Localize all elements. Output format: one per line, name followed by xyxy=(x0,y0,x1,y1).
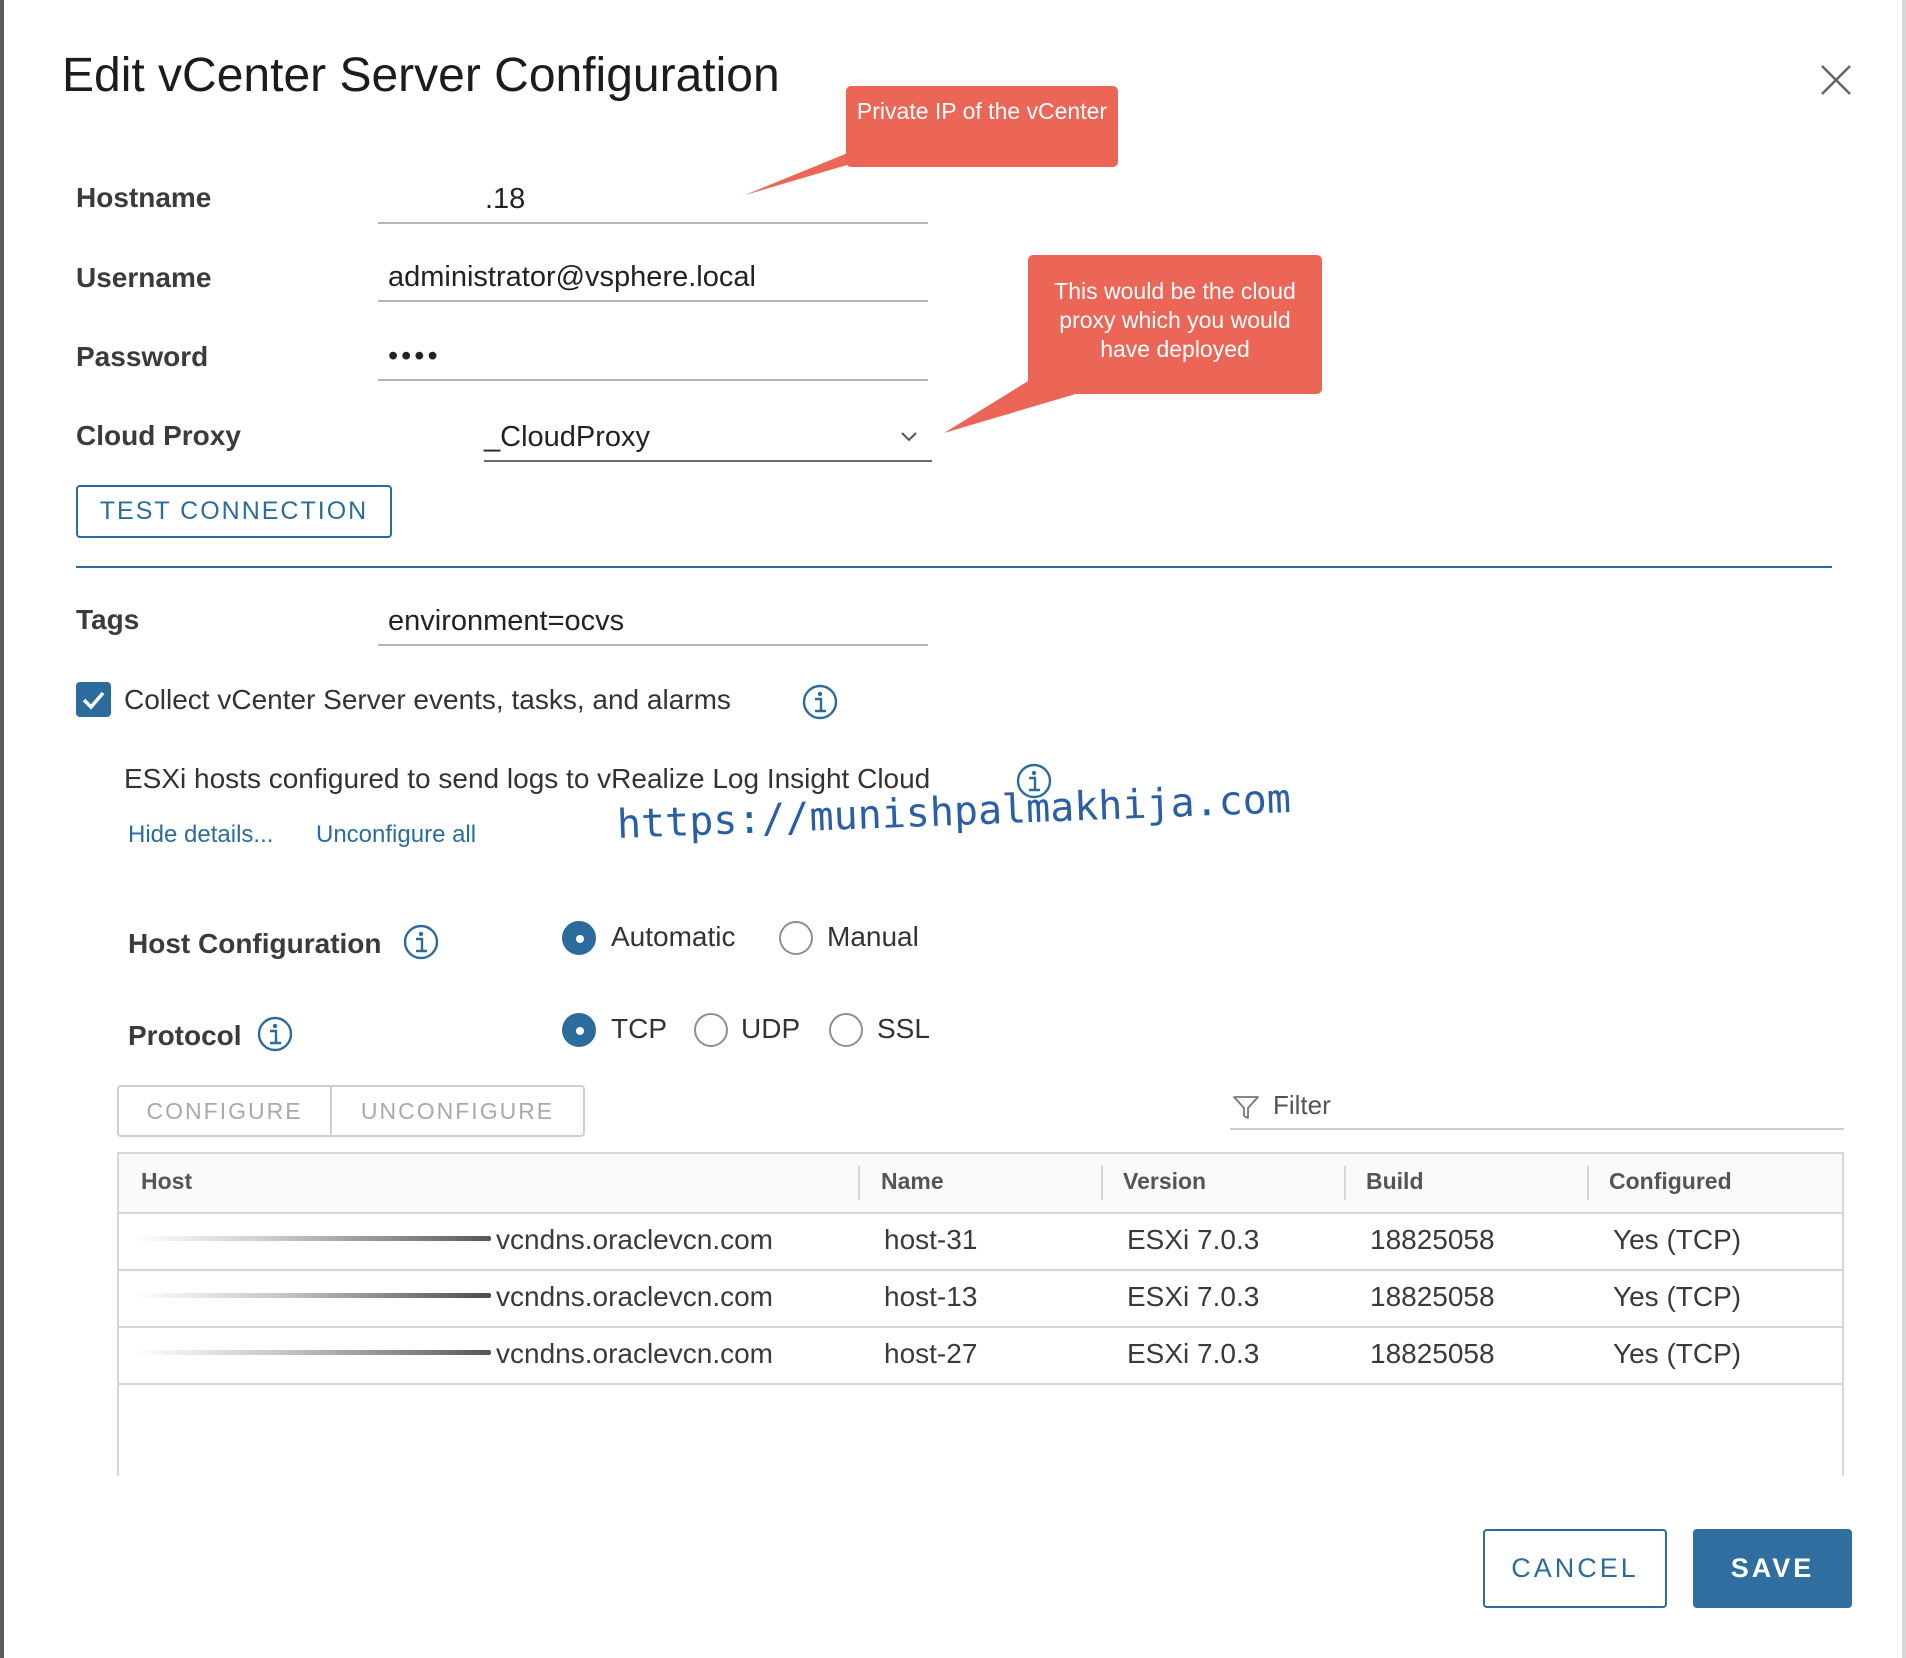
callout-pointers xyxy=(745,148,1096,433)
callout-cloud-proxy: This would be the cloud proxy which you … xyxy=(1028,255,1322,394)
callout-hostname: Private IP of the vCenter xyxy=(846,86,1118,167)
